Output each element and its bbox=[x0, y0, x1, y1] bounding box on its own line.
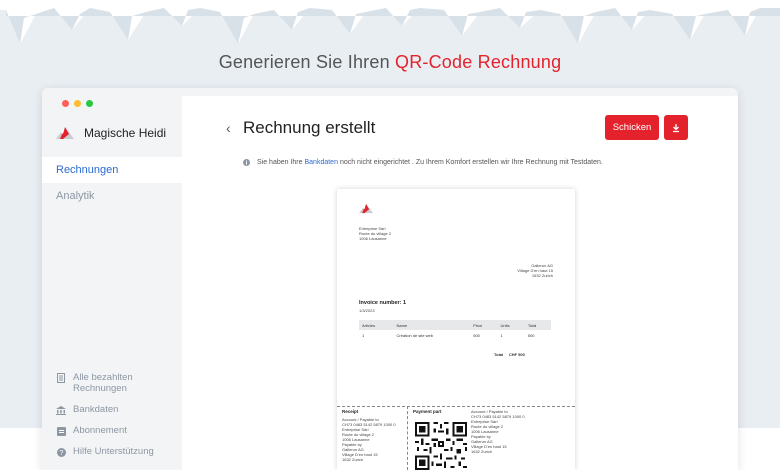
receipt-details: Account / Payable to CH73 0483 5142 5879… bbox=[342, 417, 396, 462]
bank-icon bbox=[56, 405, 66, 415]
payment-part-section: Payment part bbox=[413, 409, 442, 417]
column-header: Units bbox=[497, 320, 525, 330]
subscription-icon bbox=[56, 426, 66, 436]
page-headline: Generieren Sie Ihren QR-Code Rechnung bbox=[0, 52, 780, 73]
receipt-title: Receipt bbox=[342, 409, 359, 414]
nav-item-rechnungen[interactable]: Rechnungen bbox=[42, 157, 182, 183]
logo-icon bbox=[56, 127, 74, 139]
info-notice: Sie haben Ihre Bankdaten noch nicht eing… bbox=[243, 159, 603, 166]
link-bank-data-label: Bankdaten bbox=[73, 404, 119, 415]
payment-part-title: Payment part bbox=[413, 409, 442, 414]
receipt-line: 1632 Zurich bbox=[342, 457, 364, 462]
link-bank-data[interactable]: Bankdaten bbox=[56, 404, 154, 415]
help-icon: ? bbox=[56, 447, 66, 457]
qr-code bbox=[415, 422, 467, 470]
invoice-date: 1/3/2023 bbox=[359, 308, 375, 313]
payment-account-details: Account / Payable to CH73 0483 5142 5879… bbox=[471, 409, 525, 454]
link-subscription-label: Abonnement bbox=[73, 425, 127, 436]
headline-prefix: Generieren Sie Ihren bbox=[218, 52, 390, 72]
document-icon bbox=[56, 373, 66, 383]
table-cell: 1 bbox=[500, 332, 503, 338]
link-line2: Rechnungen bbox=[73, 383, 127, 394]
perforation-line-vertical bbox=[407, 406, 408, 470]
link-help-label: Hilfe Unterstützung bbox=[73, 446, 154, 457]
sender-line: 1006 Lausanne bbox=[359, 236, 387, 241]
minimize-dot[interactable] bbox=[74, 100, 81, 107]
link-paid-invoices-label: Alle bezahlten Rechnungen bbox=[73, 372, 133, 394]
invoice-total: Total CHF 500 bbox=[494, 352, 525, 357]
sidebar: Magische Heidi Rechnungen Analytik Alle … bbox=[42, 88, 182, 470]
table-cell: 500 bbox=[527, 332, 535, 338]
svg-text:?: ? bbox=[59, 450, 63, 457]
invoice-recipient: Gallerun AG Village D'en haut 15 1632 Zu… bbox=[517, 263, 553, 278]
mountain-decoration bbox=[0, 0, 780, 44]
info-icon bbox=[243, 159, 250, 166]
brand-name: Magische Heidi bbox=[84, 126, 167, 140]
download-button[interactable] bbox=[664, 115, 688, 140]
link-help[interactable]: ? Hilfe Unterstützung bbox=[56, 446, 154, 457]
table-cell: 500 bbox=[473, 332, 480, 338]
total-value: CHF 500 bbox=[508, 352, 525, 357]
invoice-items-table: Articles Name Price Units Total 1 Créati… bbox=[359, 320, 551, 340]
table-cell: Création de site web bbox=[396, 332, 433, 338]
invoice-number: Invoice number: 1 bbox=[359, 300, 407, 306]
headline-suffix: Rechnung bbox=[477, 52, 562, 72]
nav-item-analytik[interactable]: Analytik bbox=[42, 183, 182, 209]
table-cell: 1 bbox=[362, 332, 365, 338]
column-header: Articles bbox=[359, 320, 394, 330]
window-controls bbox=[62, 100, 93, 107]
download-icon bbox=[673, 123, 679, 132]
page-title: Rechnung erstellt bbox=[243, 118, 376, 137]
total-label: Total bbox=[494, 352, 504, 357]
table-header-row: Articles Name Price Units Total bbox=[359, 320, 551, 330]
info-text: Sie haben Ihre Bankdaten noch nicht eing… bbox=[257, 159, 603, 166]
maximize-dot[interactable] bbox=[86, 100, 93, 107]
close-dot[interactable] bbox=[62, 100, 69, 107]
info-before: Sie haben Ihre bbox=[257, 159, 303, 166]
bank-data-link[interactable]: Bankdaten bbox=[305, 159, 338, 166]
table-row: 1 Création de site web 500 1 500 bbox=[359, 330, 551, 340]
back-button[interactable]: ‹ bbox=[226, 120, 231, 136]
account-line: 1632 Zurich bbox=[471, 449, 493, 454]
column-header: Price bbox=[470, 320, 498, 330]
invoice-logo-icon bbox=[359, 203, 373, 214]
bottom-links: Alle bezahlten Rechnungen Bankdaten Abon… bbox=[56, 372, 154, 467]
perforation-line bbox=[337, 406, 575, 407]
brand: Magische Heidi bbox=[56, 126, 166, 140]
info-after: noch nicht eingerichtet . Zu Ihrem Komfo… bbox=[339, 159, 603, 166]
app-window: Magische Heidi Rechnungen Analytik Alle … bbox=[42, 88, 738, 470]
receipt-section: Receipt Account / Payable to CH73 0483 5… bbox=[342, 409, 396, 462]
send-button[interactable]: Schicken bbox=[605, 115, 659, 140]
column-header: Name bbox=[393, 320, 471, 330]
invoice-preview: Entreprise Sàrl Route du village 2 1006 … bbox=[337, 189, 575, 470]
column-header: Total bbox=[524, 320, 551, 330]
invoice-sender: Entreprise Sàrl Route du village 2 1006 … bbox=[359, 226, 391, 241]
recipient-line: 1632 Zurich bbox=[531, 273, 553, 278]
link-paid-invoices[interactable]: Alle bezahlten Rechnungen bbox=[56, 372, 154, 394]
headline-accent: QR-Code bbox=[395, 52, 473, 72]
link-line1: Alle bezahlten bbox=[73, 372, 133, 383]
main-panel: ‹ Rechnung erstellt Schicken Sie haben I… bbox=[182, 96, 738, 470]
link-subscription[interactable]: Abonnement bbox=[56, 425, 154, 436]
